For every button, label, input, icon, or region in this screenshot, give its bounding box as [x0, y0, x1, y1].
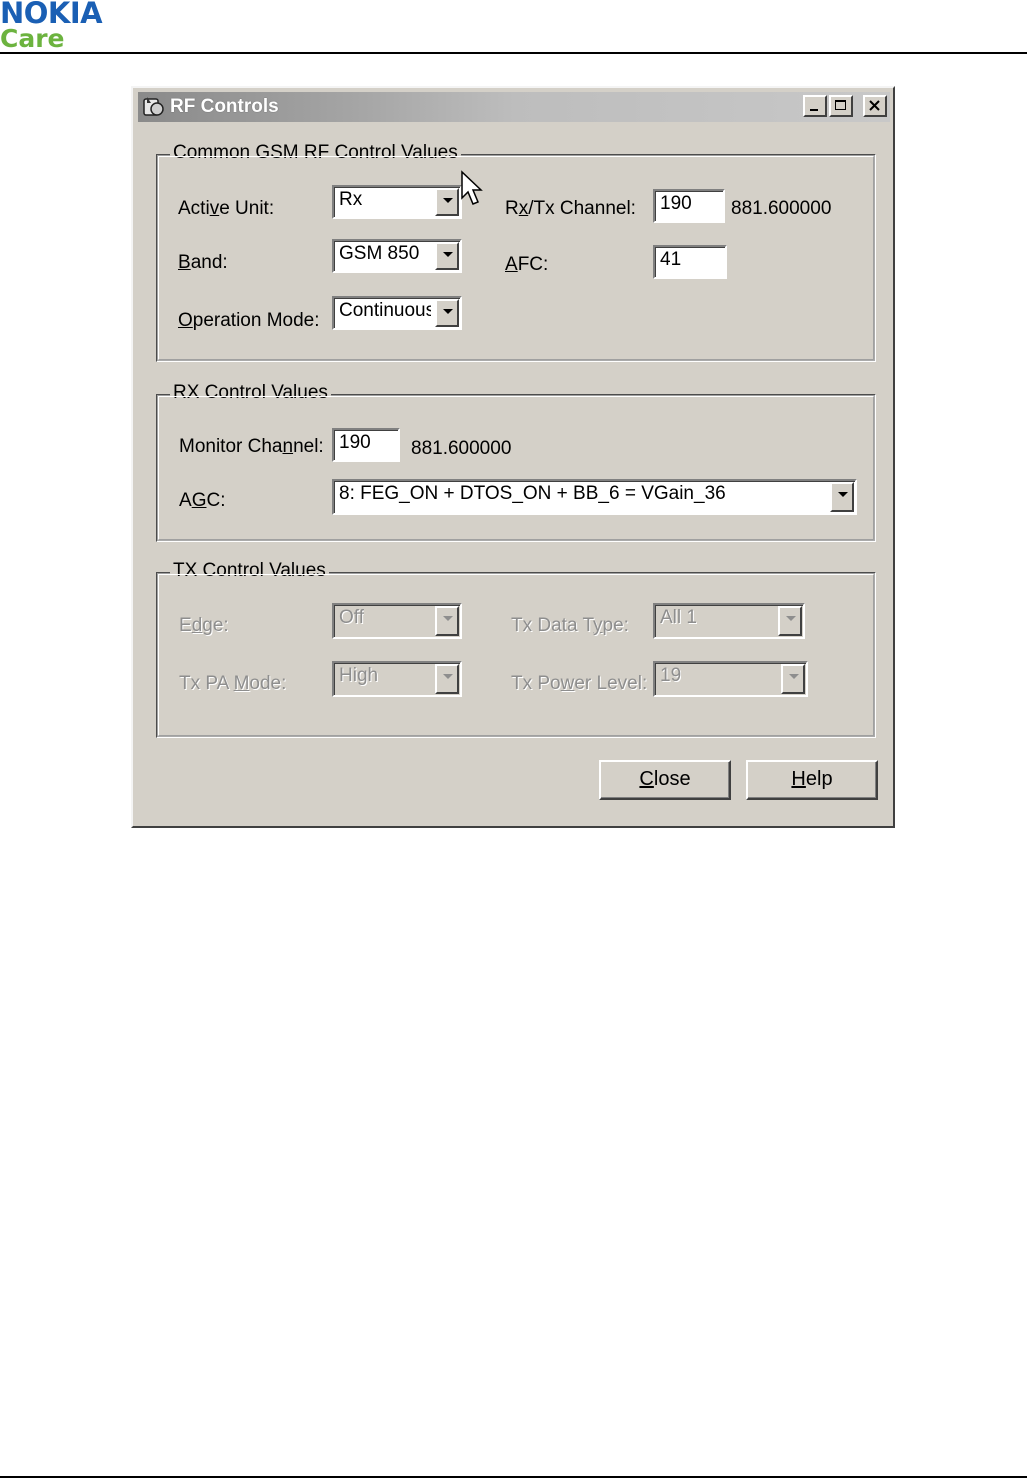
- edge-dropdown[interactable]: Off: [332, 603, 462, 639]
- chevron-down-icon: [443, 309, 453, 314]
- active-unit-label: Active Unit:: [178, 198, 275, 219]
- chevron-down-icon: [789, 674, 799, 679]
- app-icon: [143, 97, 164, 116]
- afc-label: AFC:: [505, 254, 549, 275]
- rxtx-channel-label: Rx/Tx Channel:: [505, 198, 636, 219]
- tx-data-type-label: Tx Data Type:: [511, 615, 629, 636]
- agc-label: AGC:: [179, 490, 226, 511]
- operation-mode-dropdown-button[interactable]: [435, 299, 459, 327]
- rx-control-legend: RX Control Values: [170, 382, 331, 404]
- chevron-down-icon: [443, 674, 453, 679]
- rf-controls-window: RF Controls Common GSM RF Control Values…: [131, 86, 895, 828]
- chevron-down-icon: [443, 252, 453, 257]
- operation-mode-label: Operation Mode:: [178, 310, 320, 331]
- rxtx-channel-frequency: 881.600000: [731, 198, 832, 219]
- monitor-channel-frequency: 881.600000: [411, 438, 512, 459]
- tx-power-level-dropdown[interactable]: 19: [653, 661, 808, 697]
- band-label: Band:: [178, 252, 228, 273]
- monitor-channel-input[interactable]: 190: [332, 428, 400, 462]
- maximize-icon: [835, 100, 846, 110]
- footer-rule: [0, 1476, 1027, 1478]
- care-logo: Care: [0, 24, 65, 53]
- minimize-icon: [810, 109, 818, 111]
- tx-power-level-dropdown-button[interactable]: [781, 664, 805, 694]
- chevron-down-icon: [443, 198, 453, 203]
- active-unit-dropdown-button[interactable]: [435, 188, 459, 216]
- chevron-down-icon: [786, 616, 796, 621]
- afc-input[interactable]: 41: [653, 245, 727, 279]
- agc-dropdown-button[interactable]: [830, 482, 854, 512]
- rx-control-group: RX Control Values: [156, 382, 876, 542]
- rxtx-channel-input[interactable]: 190: [653, 189, 725, 223]
- tx-pa-mode-label: Tx PA Mode:: [179, 673, 287, 694]
- band-dropdown-button[interactable]: [435, 242, 459, 270]
- active-unit-dropdown[interactable]: Rx: [332, 185, 462, 219]
- operation-mode-dropdown[interactable]: Continuous: [332, 296, 462, 330]
- edge-dropdown-button[interactable]: [435, 606, 459, 636]
- close-icon: [869, 100, 880, 111]
- maximize-button[interactable]: [829, 95, 853, 117]
- chevron-down-icon: [443, 616, 453, 621]
- common-gsm-legend: Common GSM RF Control Values: [170, 142, 461, 164]
- close-window-button[interactable]: [863, 95, 887, 117]
- mouse-cursor-icon: [461, 170, 483, 205]
- chevron-down-icon: [838, 492, 848, 497]
- band-dropdown[interactable]: GSM 850: [332, 239, 462, 273]
- tx-control-group: TX Control Values: [156, 560, 876, 738]
- edge-label: Edge:: [179, 615, 229, 636]
- minimize-button[interactable]: [803, 95, 827, 117]
- tx-data-type-dropdown-button[interactable]: [778, 606, 802, 636]
- window-title: RF Controls: [170, 96, 279, 117]
- tx-data-type-dropdown[interactable]: All 1: [653, 603, 805, 639]
- monitor-channel-label: Monitor Channel:: [179, 436, 324, 457]
- tx-pa-mode-dropdown-button[interactable]: [435, 664, 459, 694]
- help-button[interactable]: Help: [746, 760, 878, 800]
- tx-control-legend: TX Control Values: [170, 560, 329, 582]
- tx-pa-mode-dropdown[interactable]: High: [332, 661, 462, 697]
- tx-power-level-label: Tx Power Level:: [511, 673, 648, 694]
- agc-dropdown[interactable]: 8: FEG_ON + DTOS_ON + BB_6 = VGain_36: [332, 479, 857, 515]
- header-rule: [0, 52, 1027, 54]
- title-bar[interactable]: RF Controls: [138, 92, 890, 122]
- close-button[interactable]: Close: [599, 760, 731, 800]
